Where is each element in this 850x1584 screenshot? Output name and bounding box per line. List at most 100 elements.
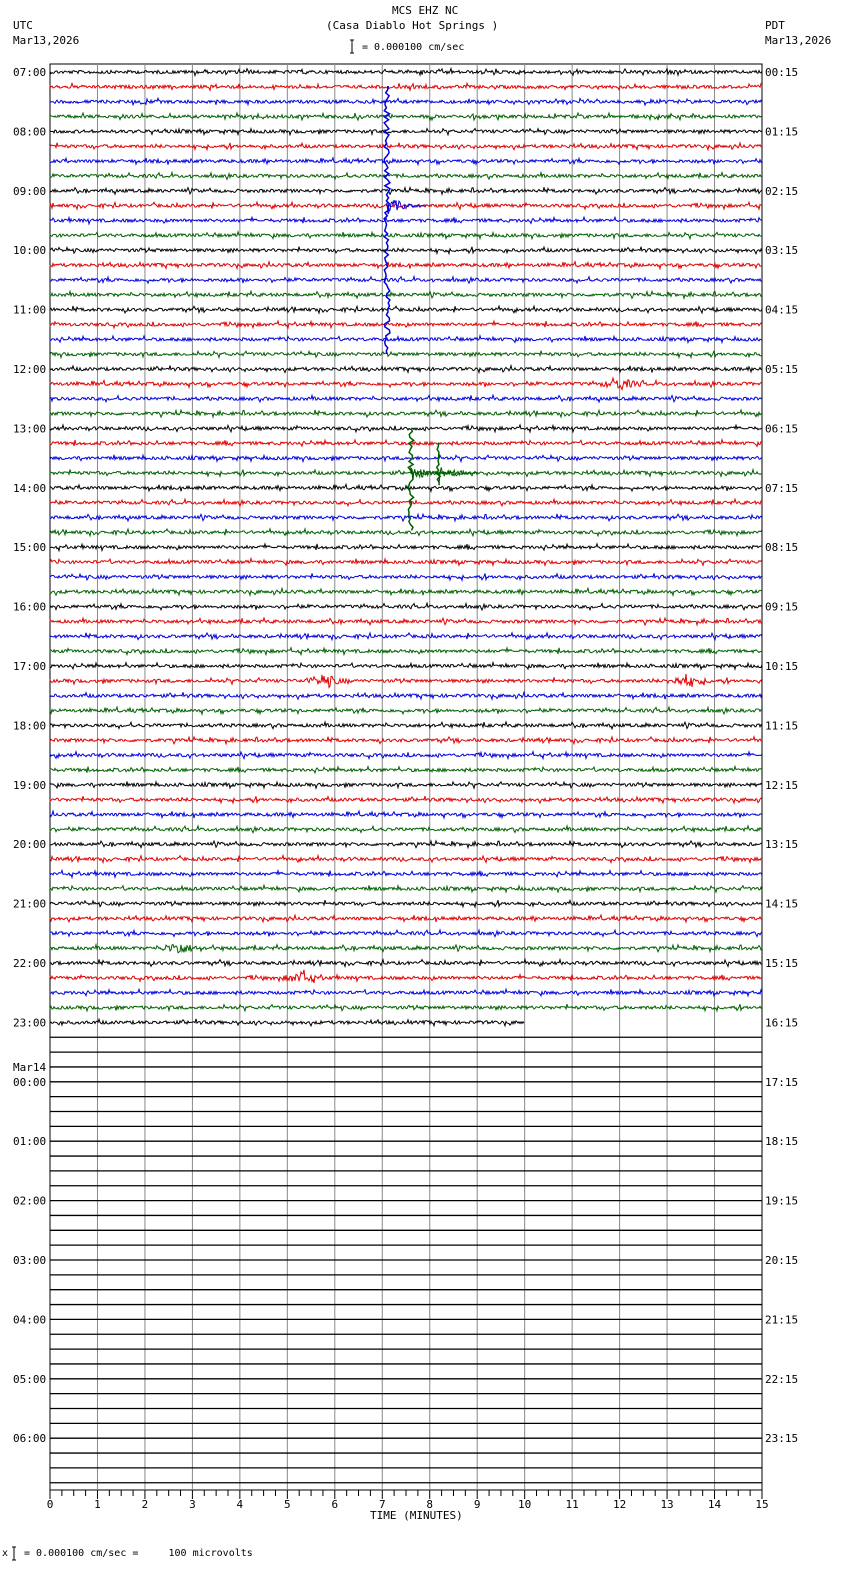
seismic-trace <box>49 690 763 701</box>
x-tick-label: 0 <box>47 1498 54 1511</box>
x-tick-label: 5 <box>284 1498 291 1511</box>
x-tick-label: 7 <box>379 1498 386 1511</box>
seismic-trace <box>49 497 763 508</box>
seismic-trace <box>49 229 763 241</box>
seismic-trace <box>49 601 763 612</box>
utc-hour-label: 20:00 <box>13 838 46 851</box>
utc-hour-label: 15:00 <box>13 541 46 554</box>
seismic-trace <box>49 423 763 434</box>
seismic-trace <box>49 824 763 834</box>
utc-hour-label: 09:00 <box>13 185 46 198</box>
utc-hour-label: 03:00 <box>13 1254 46 1267</box>
seismic-trace <box>49 705 763 716</box>
utc-hour-label: 04:00 <box>13 1313 46 1326</box>
utc-hour-label: 18:00 <box>13 719 46 732</box>
x-tick-label: 13 <box>660 1498 673 1511</box>
seismic-trace <box>49 408 763 419</box>
seismic-trace <box>49 527 763 538</box>
seismic-trace <box>49 734 763 746</box>
x-tick-label: 15 <box>755 1498 768 1511</box>
pdt-hour-label: 15:15 <box>765 957 798 970</box>
x-tick-label: 6 <box>331 1498 338 1511</box>
seismic-trace <box>49 170 763 181</box>
seismic-trace <box>49 839 763 850</box>
seismic-trace <box>49 185 763 197</box>
utc-hour-label: 10:00 <box>13 244 46 257</box>
seismic-trace <box>49 928 763 938</box>
utc-hour-label: 02:00 <box>13 1195 46 1208</box>
pdt-hour-label: 22:15 <box>765 1373 798 1386</box>
utc-hour-label: 06:00 <box>13 1432 46 1445</box>
pdt-hour-label: 01:15 <box>765 125 798 138</box>
x-tick-label: 11 <box>566 1498 579 1511</box>
pdt-hour-label: 11:15 <box>765 719 798 732</box>
seismic-trace <box>49 437 763 448</box>
seismic-trace <box>49 572 763 583</box>
seismic-trace <box>49 542 763 553</box>
seismic-trace <box>49 245 763 256</box>
seismic-trace <box>49 957 763 969</box>
seismic-trace <box>49 631 763 642</box>
pdt-hour-label: 19:15 <box>765 1195 798 1208</box>
seismic-trace <box>49 942 763 954</box>
pdt-hour-label: 06:15 <box>765 422 798 435</box>
pdt-hour-label: 02:15 <box>765 185 798 198</box>
seismic-trace <box>49 289 763 301</box>
pdt-hour-label: 17:15 <box>765 1076 798 1089</box>
seismic-trace <box>49 512 763 523</box>
utc-hour-label: 11:00 <box>13 304 46 317</box>
pdt-hour-label: 09:15 <box>765 601 798 614</box>
seismic-trace <box>49 795 763 805</box>
utc-hour-label: 05:00 <box>13 1373 46 1386</box>
seismic-trace <box>49 363 763 375</box>
pdt-hour-label: 23:15 <box>765 1432 798 1445</box>
x-tick-label: 3 <box>189 1498 196 1511</box>
utc-hour-label: 21:00 <box>13 898 46 911</box>
x-tick-label: 12 <box>613 1498 626 1511</box>
seismic-trace <box>49 586 763 598</box>
seismic-trace <box>49 673 763 689</box>
seismic-trace <box>49 883 763 894</box>
seismic-trace <box>49 319 763 330</box>
pdt-hour-label: 18:15 <box>765 1135 798 1148</box>
utc-hour-label: 07:00 <box>13 66 46 79</box>
plot-frame <box>49 63 763 1491</box>
utc-hour-label: 22:00 <box>13 957 46 970</box>
pdt-hour-label: 07:15 <box>765 482 798 495</box>
utc-hour-label: 08:00 <box>13 125 46 138</box>
seismogram-plot: 0 1 2 3 4 5 6 7 8 9 10 11 12 13 14 1507:0008:0009:0010:… <box>12 39 798 1561</box>
seismic-trace <box>49 96 763 107</box>
seismic-trace <box>49 809 763 820</box>
seismic-trace <box>49 126 763 137</box>
x-tick-label: 14 <box>708 1498 722 1511</box>
utc-hour-label: 01:00 <box>13 1135 46 1148</box>
x-tick-label: 10 <box>518 1498 531 1511</box>
utc-hour-label: 16:00 <box>13 601 46 614</box>
seismic-trace <box>49 1003 763 1013</box>
seismic-trace <box>49 349 762 360</box>
pdt-hour-label: 13:15 <box>765 838 798 851</box>
seismic-trace <box>49 376 763 392</box>
pdt-hour-label: 04:15 <box>765 304 798 317</box>
seismic-trace <box>49 749 763 761</box>
x-tick-label: 8 <box>426 1498 433 1511</box>
seismic-trace <box>49 66 763 78</box>
seismic-trace <box>49 141 763 152</box>
seismic-trace <box>49 898 763 909</box>
pdt-hour-label: 14:15 <box>765 898 798 911</box>
utc-hour-label: 00:00 <box>13 1076 46 1089</box>
date-change-label: Mar14 <box>13 1061 46 1074</box>
pdt-hour-label: 08:15 <box>765 541 798 554</box>
seismic-trace <box>49 334 763 345</box>
seismic-trace <box>49 868 763 880</box>
seismic-trace <box>49 467 763 479</box>
pdt-hour-label: 20:15 <box>765 1254 798 1267</box>
seismic-trace <box>49 259 763 271</box>
utc-hour-label: 23:00 <box>13 1016 46 1029</box>
pdt-hour-label: 00:15 <box>765 66 798 79</box>
seismic-trace <box>49 274 763 285</box>
seismic-trace <box>49 853 762 865</box>
seismic-trace <box>49 616 763 627</box>
x-tick-label: 4 <box>237 1498 244 1511</box>
utc-hour-label: 13:00 <box>13 422 46 435</box>
